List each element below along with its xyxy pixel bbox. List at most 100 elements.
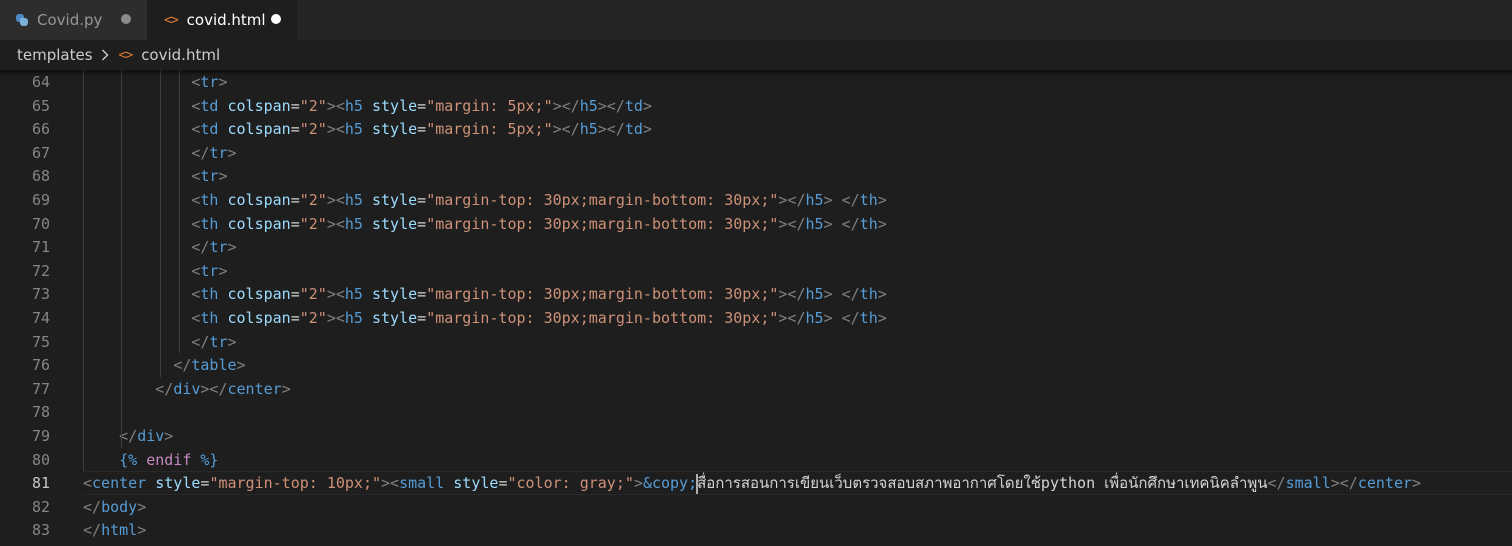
line-number: 70 xyxy=(31,214,50,233)
code-token: h5 xyxy=(344,120,363,139)
code-token: > xyxy=(642,96,652,115)
code-token: = xyxy=(290,285,300,304)
code-line[interactable]: 64 <tr> xyxy=(0,70,1512,94)
code-line[interactable]: 76 </table> xyxy=(0,353,1512,377)
line-number: 81 xyxy=(31,474,50,493)
unsaved-dot-icon[interactable] xyxy=(271,14,281,24)
code-token: ></ xyxy=(1330,474,1358,493)
code-text: </div> xyxy=(83,424,173,448)
code-token: center xyxy=(227,379,282,398)
code-text: <center style="margin-top: 10px;"><small… xyxy=(83,471,1421,495)
code-line[interactable]: 70 <th colspan="2"><h5 style="margin-top… xyxy=(0,212,1512,236)
code-line[interactable]: 73 <th colspan="2"><h5 style="margin-top… xyxy=(0,282,1512,306)
line-number: 83 xyxy=(31,521,50,540)
vscode-editor-window: Covid.py <> covid.html templates <> covi… xyxy=(0,0,1512,546)
code-line[interactable]: 78 xyxy=(0,400,1512,424)
code-token: ></ xyxy=(778,214,806,233)
indent-guide xyxy=(159,70,161,377)
code-token: colspan xyxy=(227,191,291,209)
code-line[interactable]: 71 </tr> xyxy=(0,235,1512,259)
code-line[interactable]: 66 <td colspan="2"><h5 style="margin: 5p… xyxy=(0,117,1512,141)
code-token: ></ xyxy=(778,191,806,209)
code-token: </ xyxy=(191,332,210,351)
code-text: </table> xyxy=(83,353,246,377)
code-line[interactable]: 79 </div> xyxy=(0,424,1512,448)
code-line[interactable]: 67 </tr> xyxy=(0,141,1512,165)
tab-label: covid.html xyxy=(186,11,266,29)
line-number: 75 xyxy=(31,332,50,351)
code-token: small xyxy=(1285,474,1331,493)
line-number: 79 xyxy=(31,427,50,445)
code-token: div xyxy=(137,427,165,445)
python-file-icon xyxy=(15,13,29,27)
code-token: style xyxy=(372,191,418,209)
code-line[interactable]: 77 </div></center> xyxy=(0,377,1512,401)
line-number: 74 xyxy=(31,309,50,327)
code-token: "margin-top: 30px;margin-bottom: 30px;" xyxy=(426,285,779,304)
code-token: style xyxy=(372,96,418,115)
code-token: "margin: 5px;" xyxy=(426,120,553,139)
code-line[interactable]: 82 </body> xyxy=(0,495,1512,519)
code-token: > xyxy=(823,309,833,327)
code-token: > xyxy=(227,332,237,351)
tab-covid-html[interactable]: <> covid.html xyxy=(147,0,297,40)
code-token: h5 xyxy=(579,96,598,115)
code-line[interactable]: 81 <center style="margin-top: 10px;"><sma… xyxy=(0,471,1512,496)
code-line[interactable]: 74 <th colspan="2"><h5 style="margin-top… xyxy=(0,306,1512,330)
code-token: สื่อการสอนการเขียนเว็บตรวจสอบสภาพอากาศโด… xyxy=(697,474,1268,493)
line-number: 76 xyxy=(31,356,50,375)
line-number: 69 xyxy=(31,191,50,209)
code-token: > xyxy=(236,356,246,375)
line-number: 71 xyxy=(31,238,50,257)
code-token: > xyxy=(823,285,833,304)
code-token: h5 xyxy=(805,285,824,304)
tab-covid-py[interactable]: Covid.py xyxy=(0,0,147,40)
code-editor[interactable]: 64 <tr> 65 <td colspan="2"><h5 style="mar… xyxy=(0,70,1512,546)
code-token: th xyxy=(200,214,219,233)
code-token: "margin: 5px;" xyxy=(426,96,553,115)
code-line[interactable]: 83 </html> xyxy=(0,518,1512,542)
breadcrumb-file[interactable]: covid.html xyxy=(141,46,220,64)
code-token: "2" xyxy=(299,120,327,139)
code-line[interactable]: 80 {% endif %} xyxy=(0,448,1512,472)
code-line[interactable]: 65 <td colspan="2"><h5 style="margin: 5p… xyxy=(0,94,1512,118)
code-token: %} xyxy=(200,450,219,469)
code-line[interactable]: 68 <tr> xyxy=(0,164,1512,188)
code-token: th xyxy=(859,214,878,233)
breadcrumb-folder[interactable]: templates xyxy=(17,46,93,64)
code-line[interactable]: 69 <th colspan="2"><h5 style="margin-top… xyxy=(0,188,1512,212)
code-token: body xyxy=(101,497,138,516)
code-token: </ xyxy=(841,309,860,327)
code-text: <tr> xyxy=(83,70,227,94)
code-token: h5 xyxy=(805,309,824,327)
code-token: h5 xyxy=(344,285,363,304)
code-token: ></ xyxy=(778,285,806,304)
code-token: >< xyxy=(326,285,345,304)
code-token: = xyxy=(290,96,300,115)
code-token: "2" xyxy=(299,309,327,327)
line-number: 72 xyxy=(31,261,50,280)
code-token: html xyxy=(101,521,138,540)
code-token: {% xyxy=(119,450,138,469)
code-token: th xyxy=(200,191,219,209)
code-token: </ xyxy=(155,379,174,398)
code-token: th xyxy=(859,309,878,327)
code-line[interactable]: 72 <tr> xyxy=(0,259,1512,283)
code-line[interactable]: 75 </tr> xyxy=(0,330,1512,354)
code-token: div xyxy=(173,379,201,398)
code-token: tr xyxy=(200,261,219,280)
code-token: "2" xyxy=(299,285,327,304)
unsaved-dot-icon[interactable] xyxy=(121,14,131,24)
code-token: > xyxy=(218,261,228,280)
code-token: style xyxy=(155,474,201,493)
line-number: 73 xyxy=(31,285,50,304)
code-token: "margin-top: 30px;margin-bottom: 30px;" xyxy=(426,214,779,233)
code-text: </body> xyxy=(83,495,146,519)
line-number: 66 xyxy=(31,120,50,139)
